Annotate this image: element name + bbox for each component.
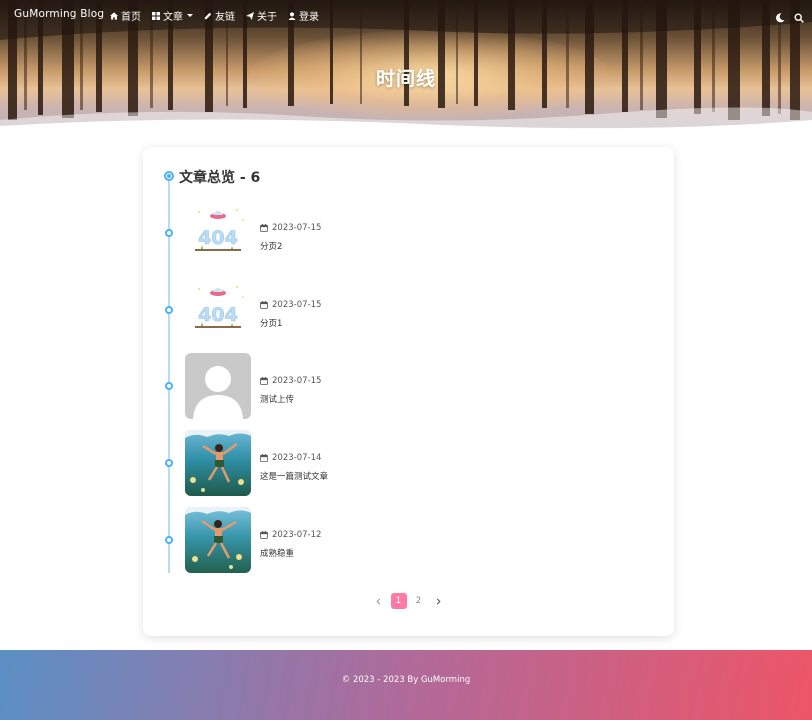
boy-jumping-image bbox=[185, 507, 251, 573]
default-avatar-image bbox=[185, 353, 251, 419]
banner-wave bbox=[0, 107, 812, 135]
theme-toggle-icon[interactable] bbox=[775, 8, 785, 23]
entry-title-link[interactable]: 分页2 bbox=[260, 240, 282, 252]
svg-text:404: 404 bbox=[198, 227, 238, 249]
chevron-right-icon bbox=[436, 598, 441, 604]
entry-title-link[interactable]: 分页1 bbox=[260, 317, 282, 329]
nav-menu: 首页 文章 友链 关于 登录 bbox=[110, 8, 319, 23]
nav-item-label: 友链 bbox=[215, 12, 235, 23]
grid-icon bbox=[152, 11, 160, 20]
entry-date: 2023-07-15 bbox=[260, 376, 321, 386]
nav-item-links[interactable]: 友链 bbox=[204, 8, 235, 23]
site-brand-link[interactable]: GuMorming Blog bbox=[14, 8, 104, 20]
timeline-dot bbox=[165, 382, 173, 390]
page-button[interactable]: 2 bbox=[411, 593, 427, 609]
timeline-entry: 404 2023-07-15 分页2 bbox=[143, 200, 674, 266]
calendar-icon bbox=[260, 454, 268, 462]
top-navbar: GuMorming Blog 首页 文章 友链 关于 登录 bbox=[0, 0, 812, 28]
chevron-left-icon bbox=[376, 598, 381, 604]
next-page-button[interactable] bbox=[431, 593, 447, 609]
timeline-entry: 2023-07-14 这是一篇测试文章 bbox=[143, 430, 674, 496]
calendar-icon bbox=[260, 377, 268, 385]
nav-tools bbox=[775, 8, 804, 23]
link-icon bbox=[204, 12, 212, 19]
404-ufo-image: 404 bbox=[185, 200, 251, 266]
nav-item-home[interactable]: 首页 bbox=[110, 8, 141, 23]
nav-item-label: 首页 bbox=[121, 12, 141, 23]
page-title: 时间线 bbox=[375, 68, 436, 90]
svg-text:404: 404 bbox=[198, 304, 238, 326]
calendar-icon bbox=[260, 224, 268, 232]
entry-date: 2023-07-14 bbox=[260, 453, 321, 463]
entry-date-text: 2023-07-15 bbox=[272, 300, 322, 310]
nav-item-label: 登录 bbox=[299, 12, 319, 23]
timeline-entry: 404 2023-07-15 分页1 bbox=[143, 277, 674, 343]
boy-jumping-image bbox=[185, 430, 251, 496]
timeline-entry: 2023-07-15 测试上传 bbox=[143, 353, 674, 419]
entry-title-link[interactable]: 测试上传 bbox=[260, 393, 294, 405]
footer-copyright: © 2023 - 2023 By GuMorming bbox=[341, 675, 471, 685]
page-header-banner: GuMorming Blog 首页 文章 友链 关于 登录 时间线 bbox=[0, 0, 812, 135]
entry-thumbnail[interactable] bbox=[185, 430, 251, 496]
timeline-head-icon bbox=[164, 171, 174, 181]
nav-item-label: 关于 bbox=[257, 12, 277, 23]
search-icon[interactable] bbox=[794, 8, 804, 23]
entry-date-text: 2023-07-14 bbox=[272, 453, 322, 463]
timeline-dot bbox=[165, 306, 173, 314]
entry-date-text: 2023-07-15 bbox=[272, 223, 322, 233]
calendar-icon bbox=[260, 301, 268, 309]
page-button-current[interactable]: 1 bbox=[390, 593, 407, 609]
user-icon bbox=[288, 11, 296, 20]
entry-thumbnail[interactable] bbox=[185, 353, 251, 419]
entry-date: 2023-07-15 bbox=[260, 223, 321, 233]
timeline-card: 文章总览 - 6 404 2023-07-15 分页2 404 2023-07-… bbox=[143, 147, 674, 636]
timeline-dot bbox=[165, 229, 173, 237]
entry-date: 2023-07-15 bbox=[260, 300, 321, 310]
nav-item-label: 文章 bbox=[163, 12, 183, 23]
pagination: 1 2 bbox=[143, 593, 674, 609]
nav-item-articles[interactable]: 文章 bbox=[152, 8, 193, 23]
prev-page-button[interactable] bbox=[371, 593, 387, 609]
timeline-dot bbox=[165, 459, 173, 467]
timeline-entry: 2023-07-12 成熟稳重 bbox=[143, 507, 674, 573]
entry-date-text: 2023-07-15 bbox=[272, 376, 322, 386]
timeline-heading: 文章总览 - 6 bbox=[179, 170, 261, 186]
home-icon bbox=[110, 11, 118, 20]
chevron-down-icon bbox=[187, 14, 193, 17]
entry-date: 2023-07-12 bbox=[260, 530, 321, 540]
nav-item-about[interactable]: 关于 bbox=[246, 8, 277, 23]
entry-thumbnail[interactable] bbox=[185, 507, 251, 573]
nav-item-login[interactable]: 登录 bbox=[288, 8, 319, 23]
paper-plane-icon bbox=[246, 11, 254, 20]
entry-title-link[interactable]: 成熟稳重 bbox=[260, 547, 294, 559]
entry-thumbnail[interactable]: 404 bbox=[185, 200, 251, 266]
entry-date-text: 2023-07-12 bbox=[272, 530, 322, 540]
timeline-dot bbox=[165, 536, 173, 544]
calendar-icon bbox=[260, 531, 268, 539]
entry-title-link[interactable]: 这是一篇测试文章 bbox=[260, 470, 328, 482]
entry-thumbnail[interactable]: 404 bbox=[185, 277, 251, 343]
page-footer: © 2023 - 2023 By GuMorming bbox=[0, 650, 812, 720]
404-ufo-image: 404 bbox=[185, 277, 251, 343]
